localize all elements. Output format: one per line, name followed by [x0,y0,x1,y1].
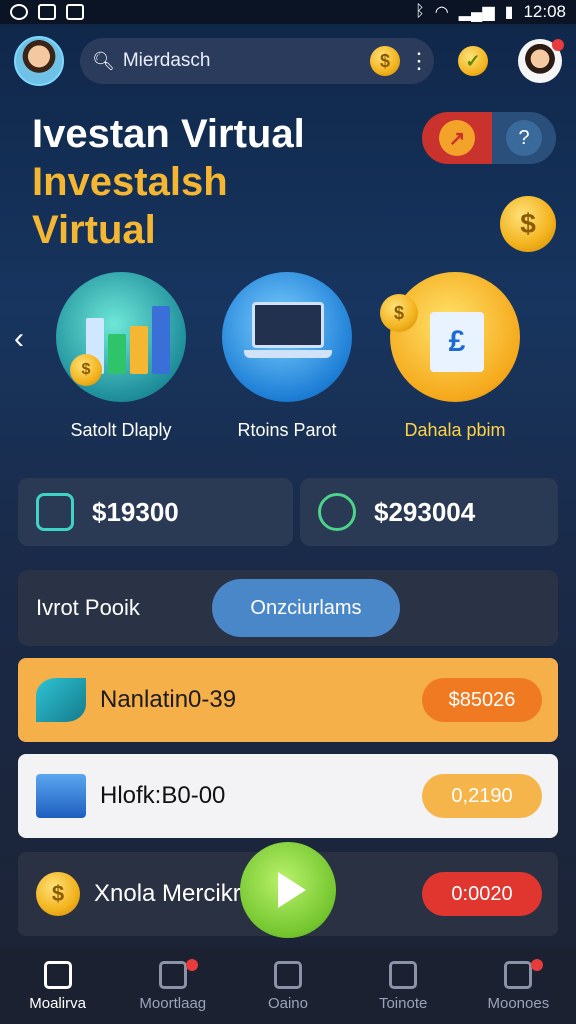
gear-icon [389,960,418,989]
feature-card-1[interactable]: $ Satolt Dlaply [46,272,196,441]
search-input[interactable]: Mierdasch [123,50,362,72]
hero-title: Ivestan Virtual Investalsh Virtual [32,110,305,254]
box-icon: £ [430,312,484,372]
coin-decoration-icon: $ [500,196,556,252]
nav-item-market[interactable]: Moortlaag [118,958,228,1012]
status-bar: ᛒ ◠ ▂▄▆ ▮ 12:08 [0,0,576,24]
trending-button[interactable]: ↗ [422,112,492,164]
home-icon [43,960,72,989]
signal-icon: ▂▄▆ [458,4,495,21]
feature-card-2[interactable]: Rtoins Parot [212,272,362,441]
search-bar[interactable]: 🔍︎ Mierdasch $ ⋮ [80,38,434,84]
bottom-nav: Moalirva Moortlaag Oaino Toinote Moonoes [0,948,576,1024]
nav-item-profile[interactable]: Moonoes [463,958,573,1012]
stat-card-total[interactable]: $293004 [300,478,558,546]
feature-label: Dahala pbim [404,420,506,440]
investment-row[interactable]: Nanlatin0-39 $85026 [18,658,558,742]
question-icon: ? [506,120,542,156]
nav-item-edit[interactable]: Oaino [233,960,343,1012]
help-button[interactable]: ? [492,112,556,164]
nav-label: Toinote [378,994,428,1012]
hero-actions: ↗ ? [422,112,556,164]
download-icon [66,4,84,20]
coin-icon: $ [36,872,80,916]
user-icon [504,960,533,989]
bar-chart-icon: $ [56,272,186,402]
stat-card-balance[interactable]: $19300 [18,478,293,546]
feature-label: Satolt Dlaply [70,420,172,440]
battery-icon: ▮ [504,4,514,21]
nav-label: Moalirva [29,994,86,1012]
hero-title-line2: Investalsh [32,160,228,204]
investment-name: Nanlatin0-39 [100,686,237,713]
more-menu-icon[interactable]: ⋮ [408,50,430,72]
nav-label: Oaino [267,994,308,1012]
notification-icon [10,4,28,20]
nav-label: Moonoes [487,994,550,1012]
image-icon [38,4,56,20]
profile-avatar[interactable] [518,39,564,83]
investment-name: Hlofk:B0-00 [100,782,226,809]
bluetooth-icon: ᛒ [415,3,425,20]
hero-title-line1: Ivestan Virtual [32,112,305,156]
laptop-screen [252,302,324,348]
clock: 12:08 [523,2,566,21]
price-button[interactable]: 0:0020 [422,872,542,916]
leaf-chart-icon [36,678,86,722]
wifi-icon: ◠ [434,4,449,21]
top-bar: 🔍︎ Mierdasch $ ⋮ ✓ [0,28,576,94]
coin-icon: $ [380,294,418,332]
user-avatar[interactable] [14,36,64,86]
trend-icon: ↗ [439,120,475,156]
chart-bar [130,326,148,374]
coin-icon[interactable]: $ [370,46,400,76]
clock-icon [318,493,356,531]
carousel-prev-button[interactable]: ‹ [6,324,32,354]
hero-title-line3: Virtual [32,208,156,252]
play-button[interactable] [240,842,336,938]
coin-icon: $ [70,354,102,386]
play-icon [278,872,306,908]
stat-value: $293004 [374,496,476,527]
search-icon: 🔍︎ [92,50,115,71]
nav-label: Moortlaag [139,994,207,1012]
portfolio-box-icon: £ $ [380,272,520,402]
notification-dot [185,958,198,971]
price-button[interactable]: 0,2190 [422,774,542,818]
notification-dot [531,958,544,971]
verified-badge-icon[interactable]: ✓ [458,46,488,76]
chart-bar [108,334,126,374]
edit-icon [273,960,302,989]
nav-item-settings[interactable]: Toinote [348,960,458,1012]
notification-dot [552,39,564,51]
laptop-icon [222,272,352,402]
nav-item-home[interactable]: Moalirva [3,960,113,1012]
filter-row: Ivrot Pooik Onzciurlams [18,570,558,646]
bar-chart-icon [36,774,86,818]
market-icon [158,960,187,989]
stat-value: $19300 [92,496,179,527]
feature-label: Rtoins Parot [237,420,337,440]
filter-pill-button[interactable]: Onzciurlams [212,579,400,637]
filter-label[interactable]: Ivrot Pooik [36,595,212,621]
feature-card-3[interactable]: £ $ Dahala pbim [380,272,530,441]
price-button[interactable]: $85026 [422,678,542,722]
laptop-base [244,350,332,358]
chart-edit-icon [36,493,74,531]
investment-row[interactable]: Hlofk:B0-00 0,2190 [18,754,558,838]
chart-bar [152,306,170,374]
